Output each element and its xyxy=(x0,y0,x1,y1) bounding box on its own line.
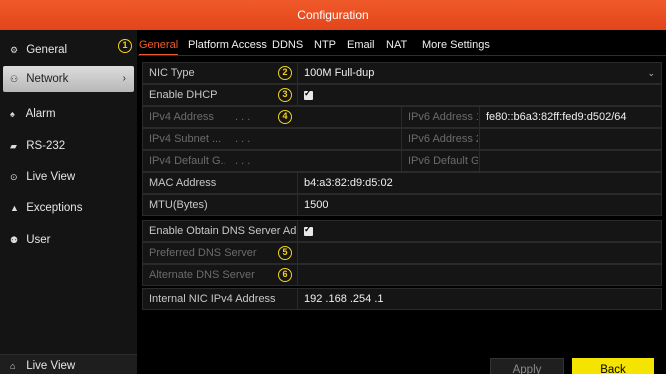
mac-address-row: MAC Address b4:a3:82:d9:d5:02 xyxy=(142,172,662,194)
tab-more-settings[interactable]: More Settings xyxy=(422,39,490,51)
ipv6-address1-field[interactable]: fe80::b6a3:82ff:fed9:d502/64 xyxy=(480,107,660,127)
preferred-dns-row: Preferred DNS Server xyxy=(142,242,662,264)
sidebar-item-label: Live View xyxy=(26,171,76,183)
network-general-panel: NIC Type 100M Full-dup ⌄ 2 Enable DHCP 3… xyxy=(138,56,666,374)
nic-type-label: NIC Type xyxy=(149,67,195,79)
sidebar-item-label: User xyxy=(26,234,51,246)
preferred-dns-label: Preferred DNS Server xyxy=(149,247,257,259)
sidebar-item-label: RS-232 xyxy=(26,140,66,152)
ipv4-gateway-label: IPv4 Default G... xyxy=(149,155,225,167)
network-icon: ⚇ xyxy=(10,74,19,84)
internal-nic-row: Internal NIC IPv4 Address 192 .168 .254 … xyxy=(142,288,662,310)
sidebar-item-label: Network xyxy=(26,73,69,85)
chevron-down-icon[interactable]: ⌄ xyxy=(647,63,655,83)
sidebar-item-general[interactable]: ⚙ General xyxy=(0,37,137,63)
tab-platform-access[interactable]: Platform Access xyxy=(188,39,267,51)
sidebar-item-exceptions[interactable]: ▲ Exceptions xyxy=(0,195,137,221)
obtain-dns-row: Enable Obtain DNS Server Addr... xyxy=(142,220,662,242)
preferred-dns-field[interactable] xyxy=(298,243,658,263)
enable-dhcp-checkbox[interactable] xyxy=(304,88,313,100)
enable-dhcp-label: Enable DHCP xyxy=(149,89,218,101)
ipv4-subnet-field[interactable]: . . . xyxy=(229,129,299,149)
user-icon: ⚉ xyxy=(10,235,19,245)
gear-icon: ⚙ xyxy=(10,45,19,55)
nic-type-row: NIC Type 100M Full-dup ⌄ xyxy=(142,62,662,84)
mtu-label: MTU(Bytes) xyxy=(149,199,208,211)
sidebar-item-alarm[interactable]: ♠ Alarm xyxy=(0,101,137,127)
ipv6-gateway-label: IPv6 Default G... xyxy=(408,155,478,167)
ipv4-subnet-label: IPv4 Subnet ... xyxy=(149,133,222,145)
live-view-shortcut[interactable]: ⌂ Live View xyxy=(0,355,137,374)
mac-address-value: b4:a3:82:d9:d5:02 xyxy=(304,177,393,189)
enable-dhcp-row: Enable DHCP xyxy=(142,84,662,106)
annotation-badge-1: 1 xyxy=(118,39,132,53)
eye-icon: ⊙ xyxy=(10,172,18,182)
tab-bar: General Platform Access DDNS NTP Email N… xyxy=(138,30,666,56)
internal-nic-label: Internal NIC IPv4 Address xyxy=(149,293,276,305)
sidebar: ⚙ General ⚇ Network › ♠ Alarm ▰ RS-232 ⊙… xyxy=(0,30,137,374)
mac-address-label: MAC Address xyxy=(149,177,217,189)
ipv4-subnet-row: IPv4 Subnet ... . . . IPv6 Address 2 xyxy=(142,128,662,150)
annotation-badge-5: 5 xyxy=(278,246,292,260)
home-icon: ⌂ xyxy=(10,361,16,371)
warning-icon: ▲ xyxy=(10,203,19,213)
chevron-right-icon: › xyxy=(122,73,126,84)
live-view-shortcut-label: Live View xyxy=(26,360,76,372)
annotation-badge-2: 2 xyxy=(278,66,292,80)
ipv6-address1-label: IPv6 Address 1 xyxy=(408,111,478,123)
alternate-dns-row: Alternate DNS Server xyxy=(142,264,662,286)
sidebar-item-user[interactable]: ⚉ User xyxy=(0,227,137,253)
ipv4-address-row: IPv4 Address . . . IPv6 Address 1 fe80::… xyxy=(142,106,662,128)
sidebar-item-rs232[interactable]: ▰ RS-232 xyxy=(0,133,137,159)
sidebar-item-network[interactable]: ⚇ Network › xyxy=(3,66,134,92)
obtain-dns-checkbox[interactable] xyxy=(304,224,313,236)
obtain-dns-label: Enable Obtain DNS Server Addr... xyxy=(149,225,296,237)
ipv4-address-label: IPv4 Address xyxy=(149,111,214,123)
mtu-row: MTU(Bytes) 1500 xyxy=(142,194,662,216)
sidebar-item-live-view[interactable]: ⊙ Live View xyxy=(0,164,137,190)
mtu-field[interactable]: 1500 xyxy=(298,195,658,215)
alternate-dns-field[interactable] xyxy=(298,265,658,285)
tab-general[interactable]: General xyxy=(139,39,179,56)
ipv6-address2-field[interactable] xyxy=(480,129,660,149)
annotation-badge-4: 4 xyxy=(278,110,292,124)
alarm-icon: ♠ xyxy=(10,109,15,119)
sidebar-item-label: Exceptions xyxy=(26,202,83,214)
annotation-badge-6: 6 xyxy=(278,268,292,282)
sidebar-item-label: General xyxy=(26,44,68,56)
internal-nic-field[interactable]: 192 .168 .254 .1 xyxy=(298,289,658,309)
back-button[interactable]: Back xyxy=(572,358,654,374)
alternate-dns-label: Alternate DNS Server xyxy=(149,269,255,281)
ipv6-address2-label: IPv6 Address 2 xyxy=(408,133,478,145)
ipv6-gateway-field[interactable] xyxy=(480,151,660,171)
tab-nat[interactable]: NAT xyxy=(386,39,407,51)
sidebar-item-label: Alarm xyxy=(25,108,56,120)
tab-email[interactable]: Email xyxy=(347,39,375,51)
serial-port-icon: ▰ xyxy=(10,141,17,151)
sidebar-footer: ⌂ Live View xyxy=(0,354,137,374)
window-title: Configuration xyxy=(0,0,666,30)
nic-type-select[interactable]: 100M Full-dup xyxy=(298,63,658,83)
apply-button[interactable]: Apply xyxy=(490,358,564,374)
ipv4-gateway-field[interactable]: . . . xyxy=(229,151,299,171)
tab-ntp[interactable]: NTP xyxy=(314,39,336,51)
annotation-badge-3: 3 xyxy=(278,88,292,102)
tab-ddns[interactable]: DDNS xyxy=(272,39,303,51)
ipv4-gateway-row: IPv4 Default G... . . . IPv6 Default G..… xyxy=(142,150,662,172)
